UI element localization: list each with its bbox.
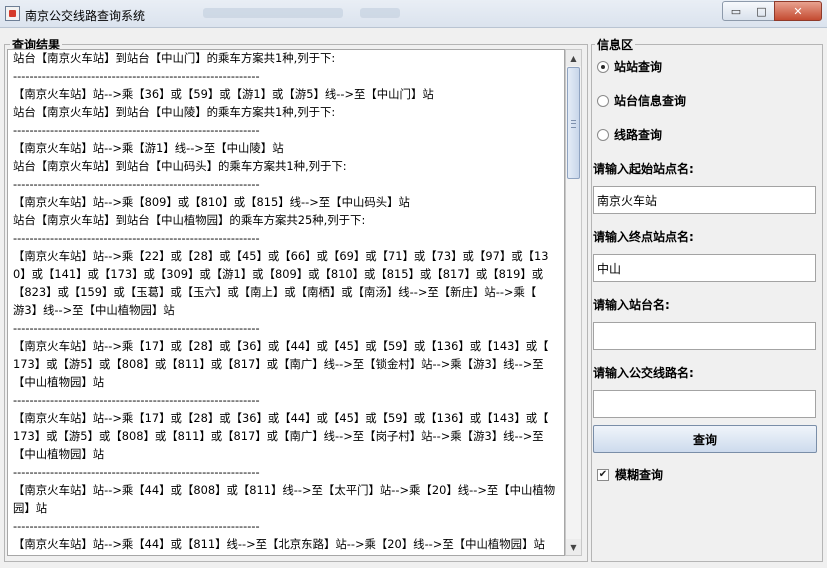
info-panel: 信息区 站站查询 站台信息查询 线路查询 请输入起始站点名: 请输入终点站点名:…: [591, 36, 823, 562]
result-text-line: 站台【南京火车站】到站台【中山码头】的乘车方案共1种,列于下:: [13, 159, 347, 173]
result-text-line: 【南京火车站】站-->乘【809】或【810】或【815】线-->至【中山码头】…: [13, 195, 410, 209]
info-panel-title: 信息区: [595, 36, 636, 53]
minimize-icon: ▭: [730, 4, 742, 18]
result-separator-line: ----------------------------------------…: [13, 321, 260, 335]
result-text-line: 站台【南京火车站】到站台【中山门】的乘车方案共1种,列于下:: [13, 51, 336, 65]
station-name-label: 请输入站台名:: [593, 298, 670, 312]
results-lines: 站台【南京火车站】到站台【中山门】的乘车方案共1种,列于下: ----------…: [13, 50, 561, 553]
result-text-line: 【823】或【159】或【玉葛】或【玉六】或【南上】或【南栖】或【南汤】线-->…: [13, 285, 537, 299]
result-separator-line: ----------------------------------------…: [13, 69, 260, 83]
scrollbar-thumb[interactable]: [567, 67, 580, 179]
result-separator-line: ----------------------------------------…: [13, 231, 260, 245]
result-separator-line: ----------------------------------------…: [13, 123, 260, 137]
result-separator-line: ----------------------------------------…: [13, 519, 260, 533]
result-text-line: 站台【南京火车站】到站台【中山陵】的乘车方案共1种,列于下:: [13, 105, 336, 119]
result-text-line: 0】或【141】或【173】或【309】或【游1】或【809】或【810】或【8…: [13, 267, 544, 281]
radio-station-info-label: 站台信息查询: [614, 94, 687, 108]
result-text-line: 【南京火车站】站-->乘【17】或【28】或【36】或【44】或【45】或【59…: [13, 411, 549, 425]
radio-line-query-label: 线路查询: [614, 128, 663, 142]
scrollbar-grip-icon: [571, 120, 576, 128]
result-text-line: 园】站: [13, 501, 48, 515]
end-station-input[interactable]: [593, 254, 816, 282]
result-text-line: 173】或【游5】或【808】或【811】或【817】或【南广】线-->至【岗子…: [13, 429, 544, 443]
end-station-label: 请输入终点站点名:: [593, 230, 694, 244]
result-text-line: 站台【南京火车站】到站台【中山植物园】的乘车方案共25种,列于下:: [13, 213, 366, 227]
window-title: 南京公交线路查询系统: [25, 9, 146, 23]
close-button[interactable]: ✕: [774, 1, 822, 21]
radio-station-to-station[interactable]: 站站查询: [597, 58, 662, 75]
result-text-line: 【南京火车站】站-->乘【17】或【28】或【36】或【44】或【45】或【59…: [13, 339, 549, 353]
title-bar: 南京公交线路查询系统 ▭ □ ✕: [0, 0, 827, 28]
bus-line-label: 请输入公交线路名:: [593, 366, 694, 380]
radio-station-to-station-label: 站站查询: [614, 60, 663, 74]
radio-line-query[interactable]: 线路查询: [597, 126, 662, 143]
fuzzy-query-label: 模糊查询: [615, 468, 664, 482]
minimize-button[interactable]: ▭: [722, 1, 750, 21]
radio-button[interactable]: [597, 128, 609, 141]
background-tab: [203, 8, 343, 18]
scroll-down-arrow-icon[interactable]: ▼: [566, 539, 581, 555]
radio-button-selected[interactable]: [597, 60, 609, 73]
maximize-button[interactable]: □: [749, 1, 775, 21]
result-text-line: 游3】线-->至【中山植物园】站: [13, 303, 175, 317]
query-button[interactable]: 查询: [593, 425, 817, 453]
background-tab: [360, 8, 400, 18]
result-text-line: 【南京火车站】站-->乘【44】或【808】或【811】线-->至【太平门】站-…: [13, 483, 556, 497]
result-separator-line: ----------------------------------------…: [13, 465, 260, 479]
result-text-line: 【南京火车站】站-->乘【36】或【59】或【游1】或【游5】线-->至【中山门…: [13, 87, 434, 101]
result-text-line: 【中山植物园】站: [13, 375, 105, 389]
result-separator-line: ----------------------------------------…: [13, 177, 260, 191]
start-station-label: 请输入起始站点名:: [593, 162, 694, 176]
result-text-line: 【中山植物园】站: [13, 447, 105, 461]
results-text-area[interactable]: 站台【南京火车站】到站台【中山门】的乘车方案共1种,列于下: ----------…: [7, 49, 565, 556]
maximize-icon: □: [756, 4, 767, 18]
result-text-line: 【南京火车站】站-->乘【游1】线-->至【中山陵】站: [13, 141, 284, 155]
result-text-line: 【南京火车站】站-->乘【44】或【811】线-->至【北京东路】站-->乘【2…: [13, 537, 545, 551]
result-text-line: 【南京火车站】站-->乘【22】或【28】或【45】或【66】或【69】或【71…: [13, 249, 549, 263]
scroll-up-arrow-icon[interactable]: ▲: [566, 50, 581, 66]
close-icon: ✕: [793, 4, 803, 18]
radio-station-info[interactable]: 站台信息查询: [597, 92, 686, 109]
fuzzy-query-checkbox[interactable]: ✔: [597, 468, 609, 481]
station-name-input[interactable]: [593, 322, 816, 350]
result-separator-line: ----------------------------------------…: [13, 393, 260, 407]
fuzzy-query-checkbox-row[interactable]: ✔ 模糊查询: [597, 466, 663, 483]
java-app-icon: [5, 6, 20, 21]
bus-line-input[interactable]: [593, 390, 816, 418]
radio-button[interactable]: [597, 94, 609, 107]
results-vertical-scrollbar[interactable]: ▲ ▼: [565, 49, 582, 556]
result-text-line: 173】或【游5】或【808】或【811】或【817】或【南广】线-->至【锁金…: [13, 357, 544, 371]
start-station-input[interactable]: [593, 186, 816, 214]
